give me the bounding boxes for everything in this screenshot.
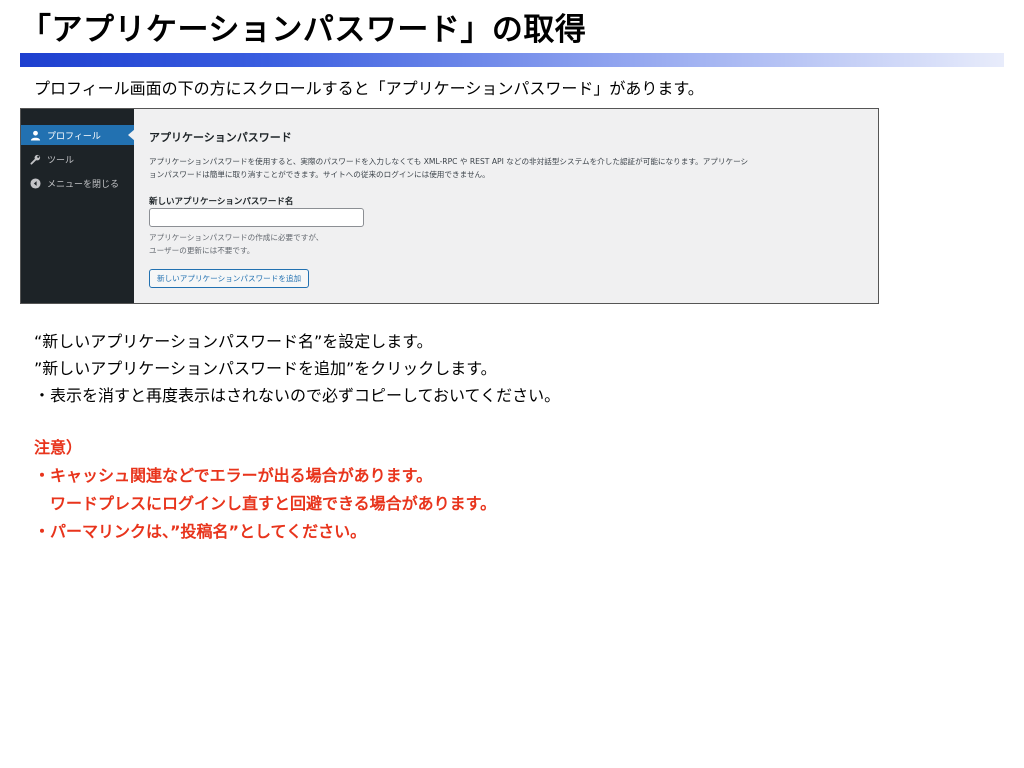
warning-line: ・パーマリンクは、”投稿名”としてください。	[34, 522, 367, 541]
instruction-line: ”新しいアプリケーションパスワードを追加”をクリックします。	[34, 359, 497, 378]
instruction-line: ・表示を消すと再度表示はされないので必ずコピーしておいてください。	[34, 386, 561, 405]
wordpress-screenshot: プロフィール ツール メニューを閉じる アプリケーションパスワード アプリケーシ…	[20, 108, 879, 304]
new-app-password-name-input[interactable]	[149, 208, 364, 227]
warning-line: ・キャッシュ関連などでエラーが出る場合があります。	[34, 466, 433, 485]
description-line: アプリケーションパスワードを使用すると、実際のパスワードを入力しなくても XML…	[149, 157, 749, 166]
wrench-icon	[29, 153, 41, 165]
field-label: 新しいアプリケーションパスワード名	[149, 197, 294, 207]
sidebar-item-tools[interactable]: ツール	[21, 149, 134, 169]
title-underline-bar	[20, 53, 1004, 67]
intro-text: プロフィール画面の下の方にスクロールすると「アプリケーションパスワード」がありま…	[34, 79, 704, 98]
slide: 「アプリケーションパスワード」の取得 プロフィール画面の下の方にスクロールすると…	[0, 0, 1024, 768]
section-description: アプリケーションパスワードを使用すると、実際のパスワードを入力しなくても XML…	[149, 155, 867, 181]
user-icon	[29, 129, 41, 141]
sidebar-item-label: メニューを閉じる	[47, 179, 120, 190]
description-line: ョンパスワードは簡単に取り消すことができます。サイトへの従来のログインには使用で…	[149, 170, 490, 179]
sidebar-item-label: ツール	[47, 155, 75, 166]
add-app-password-button[interactable]: 新しいアプリケーションパスワードを追加	[149, 269, 310, 288]
instruction-line: “新しいアプリケーションパスワード名”を設定します。	[34, 332, 433, 351]
collapse-arrow-icon	[29, 177, 41, 189]
slide-title: 「アプリケーションパスワード」の取得	[20, 12, 587, 48]
help-line: ユーザーの更新には不要です。	[149, 246, 255, 255]
sidebar-item-collapse-menu[interactable]: メニューを閉じる	[21, 173, 134, 193]
sidebar-item-profile[interactable]: プロフィール	[21, 125, 135, 145]
help-line: アプリケーションパスワードの作成に必要ですが、	[149, 233, 324, 242]
warning-line: ワードプレスにログインし直すと回避できる場合があります。	[34, 494, 497, 513]
warning-heading: 注意）	[34, 438, 83, 457]
sidebar-item-label: プロフィール	[47, 131, 101, 142]
section-heading: アプリケーションパスワード	[149, 131, 292, 144]
admin-sidebar: プロフィール ツール メニューを閉じる	[21, 109, 135, 303]
field-help-text: アプリケーションパスワードの作成に必要ですが、 ユーザーの更新には不要です。	[149, 231, 323, 257]
